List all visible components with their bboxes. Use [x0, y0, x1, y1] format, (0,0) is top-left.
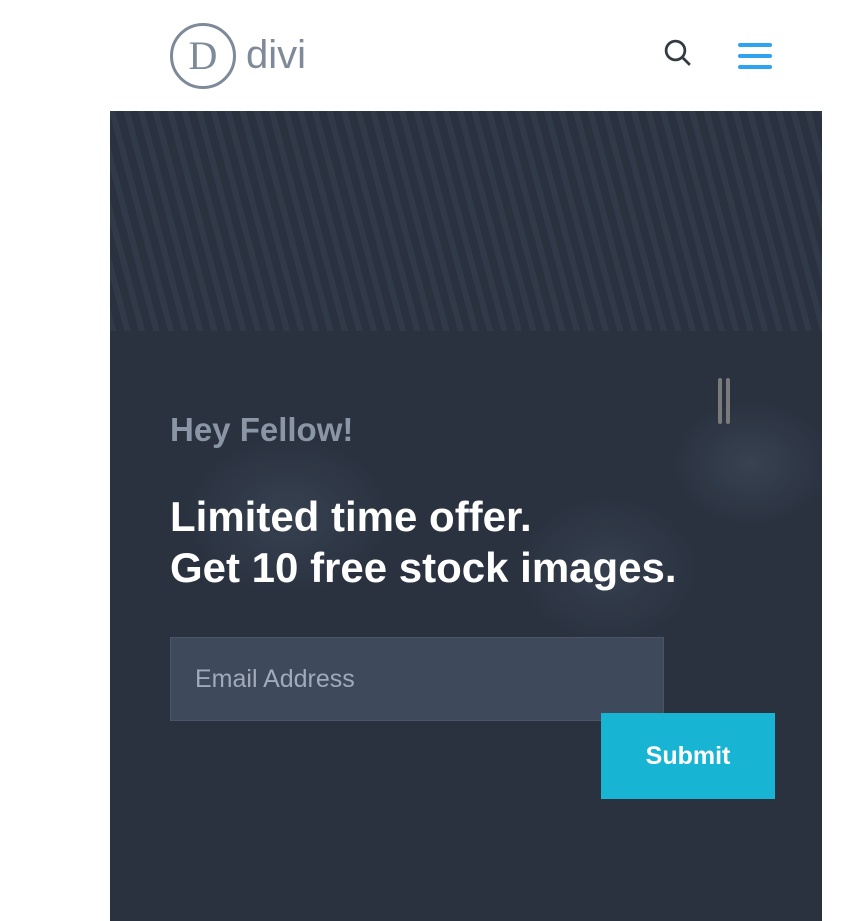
logo-text: divi: [246, 33, 306, 78]
submit-button[interactable]: Submit: [601, 713, 775, 799]
subtitle: Hey Fellow!: [170, 411, 762, 449]
hero-banner: [110, 111, 822, 331]
signup-section: Hey Fellow! Limited time offer. Get 10 f…: [110, 331, 822, 861]
header-actions: [663, 38, 772, 73]
title-line-2: Get 10 free stock images.: [170, 544, 677, 591]
footer-band: [110, 861, 822, 921]
offer-title: Limited time offer. Get 10 free stock im…: [170, 491, 762, 593]
logo[interactable]: D divi: [170, 23, 306, 89]
logo-mark-icon: D: [170, 23, 236, 89]
site-header: D divi: [110, 0, 822, 111]
hero-pattern: [110, 111, 822, 331]
email-field[interactable]: [170, 637, 664, 721]
drag-handle-icon[interactable]: [718, 378, 732, 424]
title-line-1: Limited time offer.: [170, 493, 532, 540]
search-icon[interactable]: [663, 38, 693, 73]
menu-icon[interactable]: [738, 43, 772, 69]
